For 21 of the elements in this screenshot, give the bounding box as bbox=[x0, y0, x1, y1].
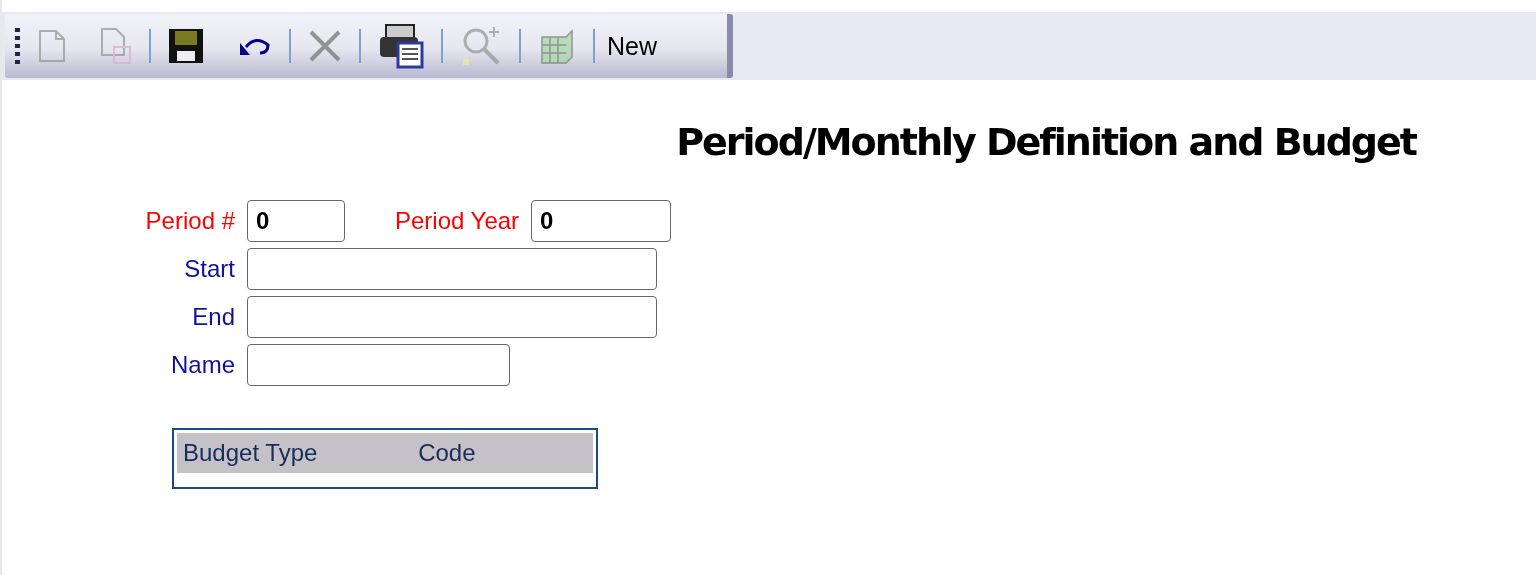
printer-icon bbox=[378, 23, 424, 69]
input-field[interactable] bbox=[247, 344, 510, 386]
copy-document-icon bbox=[100, 27, 132, 65]
page-title: Period/Monthly Definition and Budget bbox=[675, 120, 1416, 164]
field-label: Name bbox=[169, 351, 236, 379]
stacked-blocks-icon bbox=[538, 27, 576, 65]
zoom-in-icon bbox=[460, 25, 502, 67]
column-header: Budget Type bbox=[182, 439, 319, 467]
grip-icon[interactable] bbox=[15, 28, 21, 64]
input-field[interactable] bbox=[247, 248, 657, 290]
field-label: Period Year bbox=[395, 207, 521, 235]
input-field[interactable] bbox=[247, 296, 657, 338]
delete-icon bbox=[308, 29, 342, 63]
input-field[interactable]: 0 bbox=[247, 200, 345, 242]
input-field[interactable]: 0 bbox=[531, 200, 672, 242]
field-label: Period # bbox=[144, 207, 236, 235]
document-icon bbox=[38, 29, 66, 63]
field-label: End bbox=[191, 303, 236, 331]
field-label: Start bbox=[183, 255, 236, 283]
new-button[interactable]: New bbox=[595, 24, 665, 68]
column-header: Code bbox=[417, 439, 477, 467]
